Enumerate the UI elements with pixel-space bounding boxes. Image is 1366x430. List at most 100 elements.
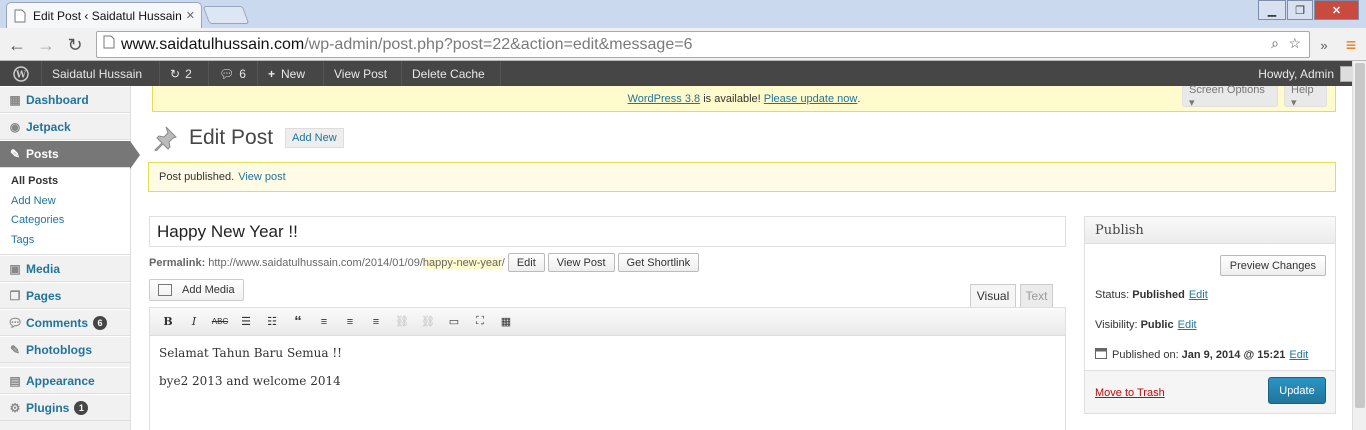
unlink-icon[interactable]: ⛓	[420, 314, 436, 330]
posts-submenu: All Posts Add New Categories Tags	[0, 168, 130, 255]
menu-comments[interactable]: 💬︎ Comments 6	[0, 309, 130, 336]
url-path: /wp-admin/post.php?post=22&action=edit&m…	[304, 35, 693, 53]
delete-cache-link[interactable]: Delete Cache	[402, 61, 501, 86]
editor-content[interactable]: Selamat Tahun Baru Semua !! bye2 2013 an…	[150, 336, 1065, 412]
permalink-slug[interactable]: happy-new-year	[422, 256, 502, 269]
new-content-link[interactable]: + New	[258, 61, 324, 86]
submenu-add-new[interactable]: Add New	[0, 192, 130, 212]
back-icon[interactable]: ←	[6, 34, 28, 56]
menu-media[interactable]: ▣ Media	[0, 255, 130, 282]
updates-link[interactable]: ↻ 2	[160, 61, 209, 86]
menu-icon[interactable]: ≡	[1340, 34, 1362, 56]
submenu-categories[interactable]: Categories	[0, 211, 130, 231]
site-name-link[interactable]: Saidatul Hussain	[42, 61, 160, 86]
appearance-icon: ▤	[9, 373, 21, 388]
update-now-link[interactable]: Please update now	[764, 93, 858, 105]
page-scrollbar[interactable]	[1352, 61, 1366, 430]
status-row: Status: Published Edit	[1095, 289, 1208, 301]
close-tab-icon[interactable]: ✕	[186, 9, 195, 22]
maximize-icon[interactable]: ❐	[1287, 0, 1313, 20]
edit-visibility-link[interactable]: Edit	[1178, 319, 1197, 331]
fullscreen-icon[interactable]: ⛶	[472, 314, 488, 330]
get-shortlink-button[interactable]: Get Shortlink	[617, 253, 700, 272]
browser-tabstrip: Edit Post ‹ Saidatul Hussain ✕ ▁ ❐ ✕	[0, 0, 1366, 28]
nag-text: is available!	[700, 92, 764, 105]
minimize-icon[interactable]: ▁	[1258, 0, 1286, 20]
view-post-link[interactable]: View Post	[324, 61, 402, 86]
browser-tab[interactable]: Edit Post ‹ Saidatul Hussain ✕	[6, 2, 202, 28]
status-label: Status:	[1095, 289, 1130, 301]
update-button[interactable]: Update	[1268, 377, 1326, 404]
window-close-icon[interactable]: ✕	[1314, 0, 1359, 20]
bold-icon[interactable]: B	[160, 314, 176, 330]
menu-label: Comments	[26, 315, 89, 330]
edit-status-link[interactable]: Edit	[1189, 289, 1208, 301]
submenu-tags[interactable]: Tags	[0, 231, 130, 251]
menu-plugins[interactable]: ⚙ Plugins 1	[0, 394, 130, 421]
kitchen-sink-icon[interactable]: ▦	[498, 314, 514, 330]
help-button[interactable]: Help ▾	[1284, 84, 1327, 109]
preview-changes-button[interactable]: Preview Changes	[1219, 255, 1326, 276]
add-new-button[interactable]: Add New	[285, 128, 344, 148]
pages-icon: ❐	[9, 288, 21, 303]
address-bar[interactable]: www.saidatulhussain.com/wp-admin/post.ph…	[96, 31, 1310, 58]
submenu-all-posts[interactable]: All Posts	[0, 172, 130, 192]
wp-admin-bar: W Saidatul Hussain ↻ 2 💬︎ 6 + New View P…	[0, 61, 1366, 86]
align-center-icon[interactable]: ≡	[342, 314, 358, 330]
editor-paragraph: bye2 2013 and welcome 2014	[159, 374, 341, 388]
italic-icon[interactable]: I	[186, 314, 202, 330]
bullet-list-icon[interactable]: ☰	[238, 314, 254, 330]
blockquote-icon[interactable]: “	[290, 313, 306, 330]
menu-dashboard[interactable]: ▦ Dashboard	[0, 86, 130, 113]
zoom-icon[interactable]: ⌕	[1271, 35, 1279, 52]
wordpress-logo-icon[interactable]: W	[0, 61, 42, 86]
numbered-list-icon[interactable]: ☷	[264, 314, 280, 330]
menu-jetpack[interactable]: ◉ Jetpack	[0, 113, 130, 140]
move-to-trash-link[interactable]: Move to Trash	[1095, 387, 1165, 399]
my-account[interactable]: Howdy, Admin	[1258, 61, 1356, 86]
reload-icon[interactable]: ↻	[64, 34, 86, 56]
menu-label: Appearance	[26, 373, 95, 388]
forward-icon[interactable]: →	[35, 34, 57, 56]
link-icon[interactable]: ⛓	[394, 314, 410, 330]
align-right-icon[interactable]: ≡	[368, 314, 384, 330]
scrollbar-thumb[interactable]	[1355, 63, 1365, 408]
bookmark-star-icon[interactable]: ☆	[1288, 35, 1301, 52]
menu-appearance[interactable]: ▤ Appearance	[0, 367, 130, 394]
strikethrough-icon[interactable]: ABC	[212, 314, 228, 330]
more-tag-icon[interactable]: ▭	[446, 314, 462, 330]
nag-period: .	[857, 92, 861, 105]
page-icon	[13, 9, 27, 23]
edit-date-link[interactable]: Edit	[1289, 349, 1308, 361]
menu-label: Pages	[26, 288, 62, 303]
status-value: Published	[1132, 289, 1185, 301]
edit-permalink-button[interactable]: Edit	[507, 253, 545, 272]
updates-count: 2	[185, 66, 192, 81]
view-post-button[interactable]: View Post	[547, 253, 615, 272]
published-on-row: Published on: Jan 9, 2014 @ 15:21 Edit	[1095, 347, 1308, 362]
screen-options-button[interactable]: Screen Options ▾	[1182, 84, 1278, 109]
menu-posts[interactable]: ✎ Posts	[0, 140, 140, 169]
add-media-label: Add Media	[182, 284, 235, 296]
extensions-chevron-icon[interactable]: »	[1313, 34, 1335, 56]
menu-photoblogs[interactable]: ✎ Photoblogs	[0, 336, 130, 363]
menu-label: Dashboard	[26, 92, 89, 107]
tab-text[interactable]: Text	[1020, 284, 1053, 307]
align-left-icon[interactable]: ≡	[316, 314, 332, 330]
howdy-text: Howdy, Admin	[1258, 66, 1334, 81]
post-title-input[interactable]: Happy New Year !!	[149, 216, 1066, 247]
add-media-button[interactable]: Add Media	[149, 279, 244, 301]
view-post-link[interactable]: View post	[238, 171, 286, 183]
page-title: Edit Post	[189, 126, 274, 149]
menu-pages[interactable]: ❐ Pages	[0, 282, 130, 309]
editor-toolbar: B I ABC ☰ ☷ “ ≡ ≡ ≡ ⛓ ⛓ ▭ ⛶ ▦	[150, 308, 1065, 336]
page-icon	[103, 35, 115, 54]
comment-bubble-icon: 💬︎	[219, 66, 235, 81]
tab-visual[interactable]: Visual	[970, 284, 1016, 307]
permalink-base: http://www.saidatulhussain.com/2014/01/0…	[208, 256, 423, 269]
page-title-row: Edit Post Add New	[150, 124, 344, 152]
new-tab-button[interactable]	[202, 6, 250, 24]
menu-label: Media	[26, 261, 61, 276]
comments-link[interactable]: 💬︎ 6	[209, 61, 258, 86]
wordpress-version-link[interactable]: WordPress 3.8	[628, 93, 701, 105]
